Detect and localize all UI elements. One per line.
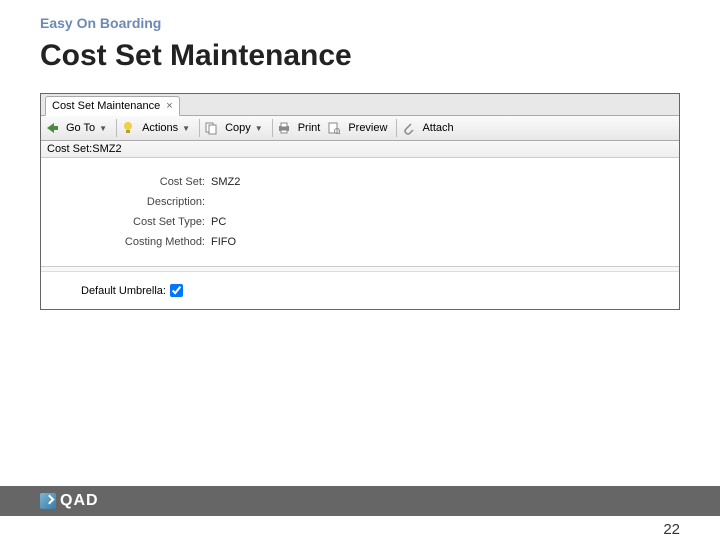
separator <box>116 119 117 137</box>
print-icon[interactable] <box>277 121 291 135</box>
preview-label: Preview <box>348 122 387 134</box>
brand-logo: QAD <box>40 492 99 510</box>
separator <box>199 119 200 137</box>
umbrella-row: Default Umbrella: <box>81 284 639 297</box>
goto-button[interactable]: Go To ▼ <box>61 120 112 136</box>
chevron-down-icon: ▼ <box>99 124 107 133</box>
copy-label: Copy <box>225 122 251 134</box>
close-icon[interactable]: × <box>166 100 172 112</box>
print-button[interactable]: Print <box>293 120 326 136</box>
copy-icon[interactable] <box>204 121 218 135</box>
attach-button[interactable]: Attach <box>417 120 458 136</box>
footer-bar: QAD <box>0 486 720 516</box>
type-row: Cost Set Type: PC <box>81 216 639 228</box>
actions-label: Actions <box>142 122 178 134</box>
separator <box>272 119 273 137</box>
slide-title: Cost Set Maintenance <box>40 39 680 73</box>
record-breadcrumb: Cost Set:SMZ2 <box>41 141 679 158</box>
separator <box>396 119 397 137</box>
back-icon[interactable] <box>45 121 59 135</box>
method-value: FIFO <box>211 236 236 248</box>
actions-button[interactable]: Actions ▼ <box>137 120 195 136</box>
attach-icon[interactable] <box>401 121 415 135</box>
attach-label: Attach <box>422 122 453 134</box>
goto-label: Go To <box>66 122 95 134</box>
description-label: Description: <box>81 196 211 208</box>
preview-icon[interactable] <box>327 121 341 135</box>
toolbar: Go To ▼ Actions ▼ Copy ▼ Print Prev <box>41 116 679 141</box>
page-number: 22 <box>663 521 680 538</box>
method-row: Costing Method: FIFO <box>81 236 639 248</box>
tab-bar: Cost Set Maintenance × <box>41 94 679 116</box>
chevron-down-icon: ▼ <box>182 124 190 133</box>
form-area: Cost Set: SMZ2 Description: Cost Set Typ… <box>41 158 679 267</box>
chevron-down-icon: ▼ <box>255 124 263 133</box>
cost-set-value: SMZ2 <box>211 176 240 188</box>
logo-icon <box>40 493 56 509</box>
checkbox-area: Default Umbrella: <box>41 272 679 309</box>
copy-button[interactable]: Copy ▼ <box>220 120 268 136</box>
type-label: Cost Set Type: <box>81 216 211 228</box>
description-row: Description: <box>81 196 639 208</box>
slide-breadcrumb: Easy On Boarding <box>40 15 680 31</box>
breadcrumb-value: SMZ2 <box>92 143 121 155</box>
cost-set-label: Cost Set: <box>81 176 211 188</box>
tab-label: Cost Set Maintenance <box>52 100 160 112</box>
breadcrumb-label: Cost Set: <box>47 143 92 155</box>
print-label: Print <box>298 122 321 134</box>
method-label: Costing Method: <box>81 236 211 248</box>
brand-name: QAD <box>60 492 99 510</box>
app-window: Cost Set Maintenance × Go To ▼ Actions ▼… <box>40 93 680 310</box>
cost-set-row: Cost Set: SMZ2 <box>81 176 639 188</box>
umbrella-checkbox[interactable] <box>170 284 183 297</box>
tab-cost-set-maintenance[interactable]: Cost Set Maintenance × <box>45 96 180 116</box>
preview-button[interactable]: Preview <box>343 120 392 136</box>
type-value: PC <box>211 216 226 228</box>
lightbulb-icon[interactable] <box>121 121 135 135</box>
umbrella-label: Default Umbrella: <box>81 285 166 297</box>
